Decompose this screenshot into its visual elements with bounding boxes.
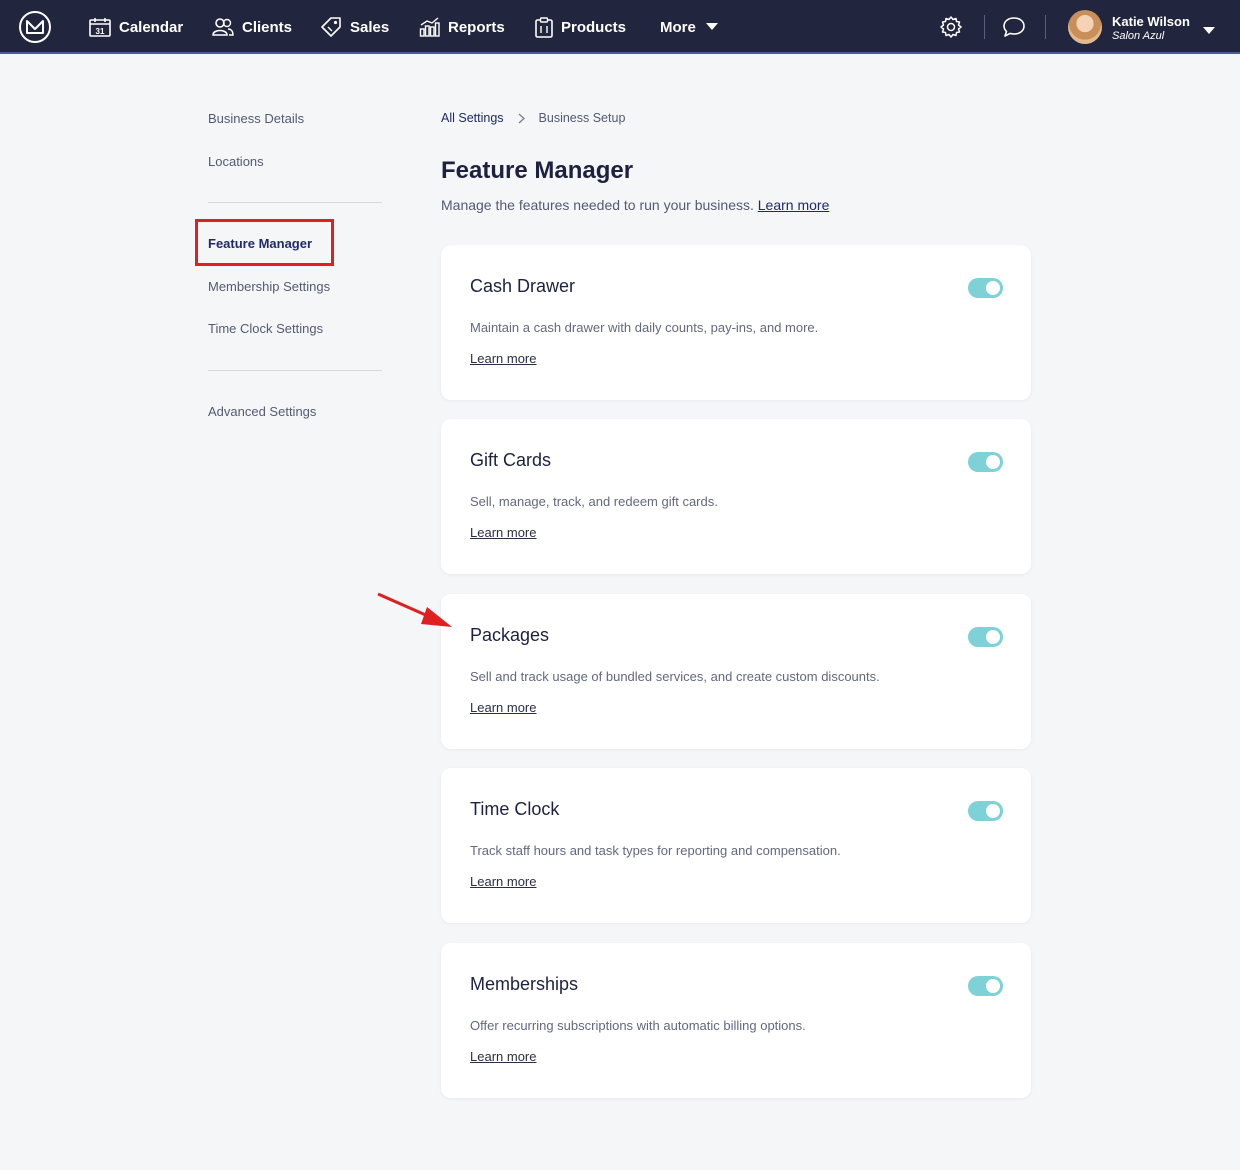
nav-more-menu[interactable]: More xyxy=(660,0,718,54)
nav-divider xyxy=(1045,15,1046,39)
page-title: Feature Manager xyxy=(441,157,633,185)
nav-clients[interactable]: Clients xyxy=(212,0,292,54)
calendar-day: 31 xyxy=(96,27,105,36)
clipboard-icon xyxy=(535,17,553,38)
user-salon[interactable]: Salon Azul xyxy=(1112,30,1164,42)
feature-description: Sell, manage, track, and redeem gift car… xyxy=(470,494,718,509)
nav-divider xyxy=(984,15,985,39)
feature-toggle-packages[interactable] xyxy=(968,627,1003,647)
feature-learn-more-link[interactable]: Learn more xyxy=(470,700,536,715)
bar-chart-icon xyxy=(419,17,440,37)
sidebar-item-membership-settings[interactable]: Membership Settings xyxy=(208,279,330,294)
nav-more-label: More xyxy=(660,19,696,36)
sidebar-item-locations[interactable]: Locations xyxy=(208,154,264,169)
user-name[interactable]: Katie Wilson xyxy=(1112,14,1190,29)
messages-button[interactable] xyxy=(1001,14,1027,40)
chevron-right-icon xyxy=(518,113,525,124)
top-nav-bar: 31 Calendar Clients Sales Reports xyxy=(0,0,1240,54)
breadcrumb-all-settings[interactable]: All Settings xyxy=(441,111,504,125)
feature-title: Gift Cards xyxy=(470,450,551,471)
feature-title: Packages xyxy=(470,625,549,646)
nav-reports[interactable]: Reports xyxy=(419,0,505,54)
nav-clients-label: Clients xyxy=(242,19,292,36)
settings-gear-button[interactable] xyxy=(938,14,964,40)
nav-products[interactable]: Products xyxy=(535,0,626,54)
tag-icon xyxy=(320,17,342,37)
feature-toggle-cash-drawer[interactable] xyxy=(968,278,1003,298)
feature-toggle-time-clock[interactable] xyxy=(968,801,1003,821)
feature-description: Offer recurring subscriptions with autom… xyxy=(470,1018,806,1033)
toggle-knob xyxy=(986,630,1000,644)
sidebar-item-advanced-settings[interactable]: Advanced Settings xyxy=(208,404,316,419)
brand-logo-icon[interactable] xyxy=(19,11,51,43)
feature-card-gift-cards: Gift Cards Sell, manage, track, and rede… xyxy=(441,419,1031,574)
nav-products-label: Products xyxy=(561,19,626,36)
calendar-icon: 31 xyxy=(89,17,111,37)
toggle-knob xyxy=(986,281,1000,295)
caret-down-icon xyxy=(706,23,718,31)
nav-calendar-label: Calendar xyxy=(119,19,183,36)
feature-learn-more-link[interactable]: Learn more xyxy=(470,874,536,889)
toggle-knob xyxy=(986,455,1000,469)
page-subtitle-text: Manage the features needed to run your b… xyxy=(441,197,754,213)
clients-icon xyxy=(212,18,234,36)
feature-card-memberships: Memberships Offer recurring subscription… xyxy=(441,943,1031,1098)
toggle-knob xyxy=(986,804,1000,818)
feature-learn-more-link[interactable]: Learn more xyxy=(470,525,536,540)
feature-card-packages: Packages Sell and track usage of bundled… xyxy=(441,594,1031,749)
breadcrumb-current: Business Setup xyxy=(539,111,626,125)
breadcrumb: All Settings Business Setup xyxy=(441,111,625,125)
user-avatar[interactable] xyxy=(1068,10,1102,44)
feature-card-time-clock: Time Clock Track staff hours and task ty… xyxy=(441,768,1031,923)
toggle-knob xyxy=(986,979,1000,993)
chat-bubble-icon xyxy=(1002,16,1026,38)
feature-description: Track staff hours and task types for rep… xyxy=(470,843,841,858)
nav-calendar[interactable]: 31 Calendar xyxy=(89,0,183,54)
feature-learn-more-link[interactable]: Learn more xyxy=(470,1049,536,1064)
feature-title: Cash Drawer xyxy=(470,276,575,297)
feature-toggle-gift-cards[interactable] xyxy=(968,452,1003,472)
feature-description: Sell and track usage of bundled services… xyxy=(470,669,880,684)
nav-sales[interactable]: Sales xyxy=(320,0,389,54)
feature-learn-more-link[interactable]: Learn more xyxy=(470,351,536,366)
page-learn-more-link[interactable]: Learn more xyxy=(758,197,830,213)
sidebar-item-business-details[interactable]: Business Details xyxy=(208,111,304,126)
annotation-arrow-icon xyxy=(375,590,455,632)
feature-card-cash-drawer: Cash Drawer Maintain a cash drawer with … xyxy=(441,245,1031,400)
feature-title: Memberships xyxy=(470,974,578,995)
feature-title: Time Clock xyxy=(470,799,559,820)
nav-reports-label: Reports xyxy=(448,19,505,36)
gear-icon xyxy=(939,15,963,39)
sidebar-item-time-clock-settings[interactable]: Time Clock Settings xyxy=(208,321,323,336)
feature-toggle-memberships[interactable] xyxy=(968,976,1003,996)
sidebar-divider xyxy=(208,370,382,371)
annotation-highlight-box xyxy=(195,219,334,266)
user-menu-caret-icon[interactable] xyxy=(1203,22,1215,40)
feature-description: Maintain a cash drawer with daily counts… xyxy=(470,320,818,335)
nav-sales-label: Sales xyxy=(350,19,389,36)
sidebar-divider xyxy=(208,202,382,203)
page-subtitle: Manage the features needed to run your b… xyxy=(441,197,829,213)
